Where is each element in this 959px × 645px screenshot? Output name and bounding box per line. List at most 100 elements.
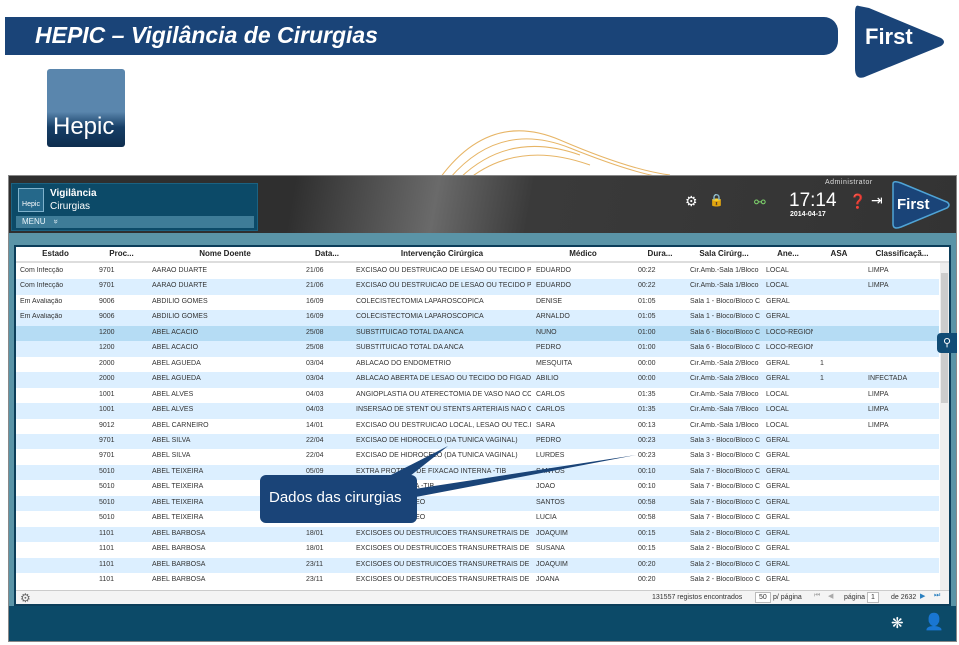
cell-sala: Sala 2 - Bloco/Bloco C xyxy=(690,545,761,553)
cell-data: 04/03 xyxy=(306,390,324,398)
table-row[interactable]: 1101 ABEL BARBOSA 18/01 EXCISOES OU DESTRUI… xyxy=(16,526,939,543)
cell-medico: EDUARDO xyxy=(536,267,572,274)
cell-proc: 2000 xyxy=(99,375,115,383)
cell-data: 14/01 xyxy=(306,421,324,429)
table-row[interactable]: 1200 ABEL ACACIO 25/08 SUBSTITUICAO TOTAL D… xyxy=(16,341,939,357)
callout: Dados das cirurgias xyxy=(260,475,417,523)
app-window: Hepic Vigilância Cirurgias MENU » Admini… xyxy=(8,175,957,642)
table-row[interactable]: 1200 ABEL ACACIO 25/08 SUBSTITUICAO TOTAL D… xyxy=(16,325,939,342)
next-page-button[interactable]: ▶ xyxy=(920,592,925,600)
page-input[interactable]: 1 xyxy=(867,592,879,603)
prev-page-button[interactable]: ◀ xyxy=(828,592,833,600)
cell-sala: Sala 6 - Bloco/Bloco C xyxy=(690,344,761,352)
cell-data: 18/01 xyxy=(306,545,324,553)
clock-time: 17:14 xyxy=(789,190,837,211)
cell-intervencao: COLECISTECTOMIA LAPAROSCOPICA xyxy=(356,313,484,321)
cell-proc: 1001 xyxy=(99,406,115,414)
brain-icon[interactable]: ❋ xyxy=(891,614,904,632)
cell-anestesia: GERAL xyxy=(766,297,790,305)
cell-duracao: 01:05 xyxy=(638,297,656,305)
lock-icon[interactable]: 🔒 xyxy=(709,193,724,207)
table-row[interactable]: Com Infecção 9701 AARAO DUARTE 21/06 EXCISAO… xyxy=(16,264,939,280)
column-header-sala[interactable]: Sala Cirúrg... xyxy=(686,249,762,258)
cell-intervencao: SUBSTITUICAO TOTAL DA ANCA xyxy=(356,344,464,352)
table-row[interactable]: 5010ABEL TEIXEIRAFIXACAO INTERNA -TIBJOA… xyxy=(16,480,939,496)
cell-nome-doente: ABEL BARBOSA xyxy=(152,560,206,568)
cell-anestesia: GERAL xyxy=(766,529,790,537)
search-icon[interactable]: ⚲ xyxy=(937,333,957,353)
table-row[interactable]: 1001 ABEL ALVES 04/03 INSERSAO DE STENT OU … xyxy=(16,403,939,419)
column-header-classificacao[interactable]: Classificaçã... xyxy=(864,249,940,258)
cell-intervencao: EXCISAO OU DESTRUICAO DE LESAO OU TECIDO… xyxy=(356,282,531,290)
cell-anestesia: LOCAL xyxy=(766,406,789,414)
cell-data: 16/09 xyxy=(306,297,324,305)
slide-title: HEPIC – Vigilância de Cirurgias xyxy=(5,17,838,55)
column-header-nome-doente[interactable]: Nome Doente xyxy=(148,249,302,258)
cell-medico: ABILIO xyxy=(536,375,559,383)
per-page-input[interactable]: 50 xyxy=(755,592,771,603)
column-header-proc[interactable]: Proc... xyxy=(95,249,148,258)
first-page-button[interactable]: ⏮ xyxy=(814,592,820,600)
column-header-asa[interactable]: ASA xyxy=(814,249,864,258)
help-icon[interactable]: ❓ xyxy=(849,193,866,210)
cell-sala: Sala 2 - Bloco/Bloco C xyxy=(690,529,761,537)
cell-classificacao: LIMPA xyxy=(868,390,889,398)
logout-icon[interactable]: ⇥ xyxy=(871,192,883,209)
cell-medico: SANTOS xyxy=(536,498,565,506)
column-header-anestesia[interactable]: Ane... xyxy=(762,249,814,258)
cell-duracao: 01:35 xyxy=(638,390,656,398)
settings-gear-icon[interactable]: ⚙ xyxy=(20,591,31,605)
last-page-button[interactable]: ⏭ xyxy=(934,592,940,600)
cell-duracao: 00:15 xyxy=(638,545,656,553)
vertical-scrollbar[interactable] xyxy=(940,263,949,590)
table-row[interactable]: 5010 ABEL TEIXEIRA 05/09 EXTRA PROTESE DE F… xyxy=(16,464,939,481)
table-row[interactable]: Com Infecção 9701 AARAO DUARTE 21/06 EXCISAO… xyxy=(16,279,939,295)
table-row[interactable]: 5010ABEL TEIXEIRAA -TIBIA E PERONEOSANTO… xyxy=(16,495,939,512)
cell-sala: Sala 7 - Bloco/Bloco C xyxy=(690,483,761,491)
column-header-intervencao[interactable]: Intervenção Cirúrgica xyxy=(352,249,532,258)
menu-button[interactable]: MENU » xyxy=(16,216,254,228)
page-total: de 2632 xyxy=(891,594,917,601)
column-header-estado[interactable]: Estado xyxy=(16,249,95,258)
cell-intervencao: EXCISOES OU DESTRUICOES TRANSURETRAIS DE… xyxy=(356,576,531,583)
column-header-data[interactable]: Data... xyxy=(302,249,352,258)
cell-duracao: 00:20 xyxy=(638,576,656,583)
table-row[interactable]: 1101 ABEL BARBOSA 23/11 EXCISOES OU DESTRUI… xyxy=(16,573,939,589)
cell-sala: Sala 7 - Bloco/Bloco C xyxy=(690,514,761,522)
gear-icon[interactable]: ⚙ xyxy=(685,193,698,210)
cell-sala: Cir.Amb.-Sala 1/Bloco xyxy=(690,267,759,274)
user-icon[interactable]: 👤 xyxy=(924,612,944,632)
table-row[interactable]: 1101 ABEL BARBOSA 23/11 EXCISOES OU DESTRUI… xyxy=(16,557,939,574)
table-row[interactable]: Em Avaliação 9006 ABDILIO GOMES 16/09 COLECI… xyxy=(16,310,939,326)
cell-duracao: 00:00 xyxy=(638,359,656,367)
cell-sala: Sala 7 - Bloco/Bloco C xyxy=(690,498,761,506)
table-row[interactable]: 1001 ABEL ALVES 04/03 ANGIOPLASTIA OU ATERE… xyxy=(16,387,939,404)
table-row[interactable]: 9701 ABEL SILVA 22/04 EXCISAO DE HIDROCELO … xyxy=(16,449,939,465)
module-panel: Hepic Vigilância Cirurgias MENU » xyxy=(11,183,258,231)
cell-duracao: 00:22 xyxy=(638,282,656,290)
column-header-medico[interactable]: Médico xyxy=(532,249,634,258)
network-icon[interactable]: ⚯ xyxy=(754,194,766,211)
cell-duracao: 01:35 xyxy=(638,406,656,414)
cell-proc: 1200 xyxy=(99,344,115,352)
per-page-label: p/ página xyxy=(773,594,802,601)
table-row[interactable]: Em Avaliação 9006 ABDILIO GOMES 16/09 COLECI… xyxy=(16,294,939,311)
cell-sala: Sala 7 - Bloco/Bloco C xyxy=(690,467,761,475)
cell-medico: NUNO xyxy=(536,328,557,336)
cell-duracao: 00:13 xyxy=(638,421,656,429)
cell-classificacao: LIMPA xyxy=(868,421,889,429)
table-row[interactable]: 9012 ABEL CARNEIRO 14/01 EXCISAO OU DESTRUI… xyxy=(16,418,939,434)
cell-duracao: 01:00 xyxy=(638,344,656,352)
table-row[interactable]: 9701 ABEL SILVA 22/04 EXCISAO DE HIDROCELO … xyxy=(16,433,939,450)
cell-anestesia: LOCO-REGION xyxy=(766,344,813,352)
table-row[interactable]: 1101 ABEL BARBOSA 18/01 EXCISOES OU DESTRUI… xyxy=(16,542,939,558)
cell-duracao: 00:10 xyxy=(638,467,656,475)
table-row[interactable]: 2000 ABEL AGUEDA 03/04 ABLACAO ABERTA DE LE… xyxy=(16,372,939,388)
cell-anestesia: GERAL xyxy=(766,313,790,321)
cell-estado: Com Infecção xyxy=(20,267,64,274)
table-row[interactable]: 5010ABEL TEIXEIRAA -TIBIA E PERONEOLUCIA… xyxy=(16,511,939,527)
table-row[interactable]: 2000 ABEL AGUEDA 03/04 ABLACAO DO ENDOMETRI… xyxy=(16,356,939,373)
column-header-duracao[interactable]: Dura... xyxy=(634,249,686,258)
cell-medico: JOANA xyxy=(536,576,560,583)
cell-sala: Sala 1 - Bloco/Bloco C xyxy=(690,313,761,321)
